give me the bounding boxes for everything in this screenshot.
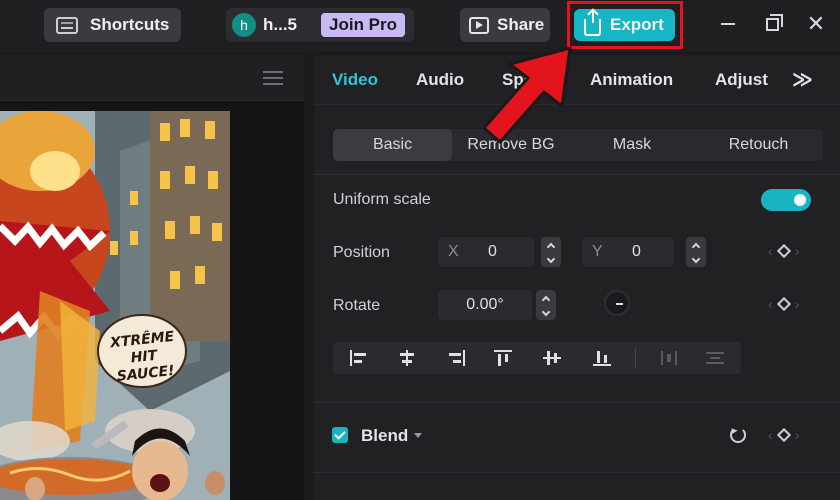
export-button[interactable]: Export	[574, 9, 675, 41]
blend-dropdown-icon[interactable]	[414, 433, 422, 438]
position-y-value[interactable]: 0	[632, 243, 674, 261]
prev-keyframe-icon[interactable]: ‹	[768, 243, 773, 259]
uniform-scale-toggle[interactable]	[761, 189, 811, 211]
divider	[314, 472, 840, 473]
restore-button[interactable]	[760, 12, 784, 36]
position-x-stepper[interactable]	[541, 237, 561, 267]
position-keyframe[interactable]: ‹ ›	[768, 243, 799, 259]
preview-artwork	[0, 111, 230, 500]
position-y-stepper[interactable]	[686, 237, 706, 267]
position-y-field[interactable]: Y 0	[582, 237, 674, 267]
reset-icon[interactable]	[730, 427, 746, 443]
next-keyframe-icon[interactable]: ›	[795, 296, 800, 312]
keyframe-diamond-icon[interactable]	[776, 243, 791, 259]
user-name: h...5	[263, 15, 298, 34]
video-preview[interactable]: XTRÊME HIT SAUCE!	[0, 111, 230, 500]
share-button[interactable]: Share	[460, 8, 550, 42]
top-toolbar: Shortcuts h h...5 Join Pro Share Export …	[0, 0, 840, 52]
rotate-label: Rotate	[333, 297, 381, 314]
next-keyframe-icon[interactable]: ›	[795, 427, 800, 443]
uniform-scale-label: Uniform scale	[333, 191, 431, 208]
preview-header	[0, 55, 304, 101]
blend-label[interactable]: Blend	[361, 426, 408, 446]
subtab-mask[interactable]: Mask	[570, 129, 694, 161]
share-video-icon	[469, 16, 489, 34]
rotate-value[interactable]: 0.00°	[466, 296, 504, 314]
alignment-toolbar	[333, 342, 741, 374]
align-center-horizontal-icon[interactable]	[397, 350, 417, 366]
subtab-basic[interactable]: Basic	[333, 129, 452, 161]
restore-icon	[765, 13, 783, 31]
speech-bubble-text: XTRÊME HIT SAUCE!	[102, 328, 187, 387]
avatar: h	[232, 13, 256, 37]
blend-keyframe[interactable]: ‹ ›	[768, 427, 799, 443]
shortcuts-button[interactable]: Shortcuts	[44, 8, 181, 42]
video-subtabs: Basic Remove BG Mask Retouch	[333, 129, 823, 161]
rotate-stepper[interactable]	[536, 290, 556, 320]
export-label: Export	[610, 15, 664, 34]
next-keyframe-icon[interactable]: ›	[795, 243, 800, 259]
position-x-field[interactable]: X 0	[438, 237, 534, 267]
x-axis-label: X	[448, 243, 459, 260]
toolbar-separator	[635, 348, 636, 368]
align-center-vertical-icon[interactable]	[542, 350, 562, 366]
close-button[interactable]: ✕	[804, 11, 828, 36]
position-label: Position	[333, 244, 390, 261]
rotate-keyframe[interactable]: ‹ ›	[768, 296, 799, 312]
distribute-horizontal-icon	[659, 350, 679, 366]
join-pro-button[interactable]: Join Pro	[321, 13, 406, 37]
keyframe-diamond-icon[interactable]	[776, 427, 791, 443]
rotate-field[interactable]: 0.00°	[438, 290, 532, 320]
align-left-icon[interactable]	[349, 350, 369, 366]
position-x-value[interactable]: 0	[488, 243, 534, 261]
prev-keyframe-icon[interactable]: ‹	[768, 427, 773, 443]
shortcuts-label: Shortcuts	[90, 15, 170, 34]
upload-icon	[584, 10, 601, 36]
tab-audio[interactable]: Audio	[416, 70, 464, 90]
minimize-icon	[721, 23, 735, 25]
blend-checkbox[interactable]	[332, 427, 348, 443]
rotate-dial[interactable]	[604, 290, 630, 316]
subtab-retouch[interactable]: Retouch	[694, 129, 823, 161]
align-bottom-icon[interactable]	[592, 350, 612, 366]
tab-animation[interactable]: Animation	[590, 70, 673, 90]
share-label: Share	[497, 15, 545, 34]
keyboard-icon	[56, 16, 78, 34]
preview-panel: XTRÊME HIT SAUCE!	[0, 55, 304, 500]
minimize-button[interactable]	[716, 12, 740, 36]
keyframe-diamond-icon[interactable]	[776, 296, 791, 312]
tab-video[interactable]: Video	[332, 70, 378, 90]
close-icon: ✕	[806, 11, 826, 36]
align-right-icon[interactable]	[446, 350, 466, 366]
align-top-icon[interactable]	[493, 350, 513, 366]
more-tabs-button[interactable]: ≫	[792, 67, 813, 92]
red-arrow-annotation	[482, 46, 572, 144]
menu-icon[interactable]	[263, 71, 283, 85]
tab-adjust[interactable]: Adjust	[715, 70, 768, 90]
divider	[314, 402, 840, 403]
prev-keyframe-icon[interactable]: ‹	[768, 296, 773, 312]
account-menu[interactable]: h h...5 Join Pro	[226, 8, 414, 42]
y-axis-label: Y	[592, 243, 603, 260]
divider	[314, 174, 840, 175]
distribute-vertical-icon	[705, 350, 725, 366]
